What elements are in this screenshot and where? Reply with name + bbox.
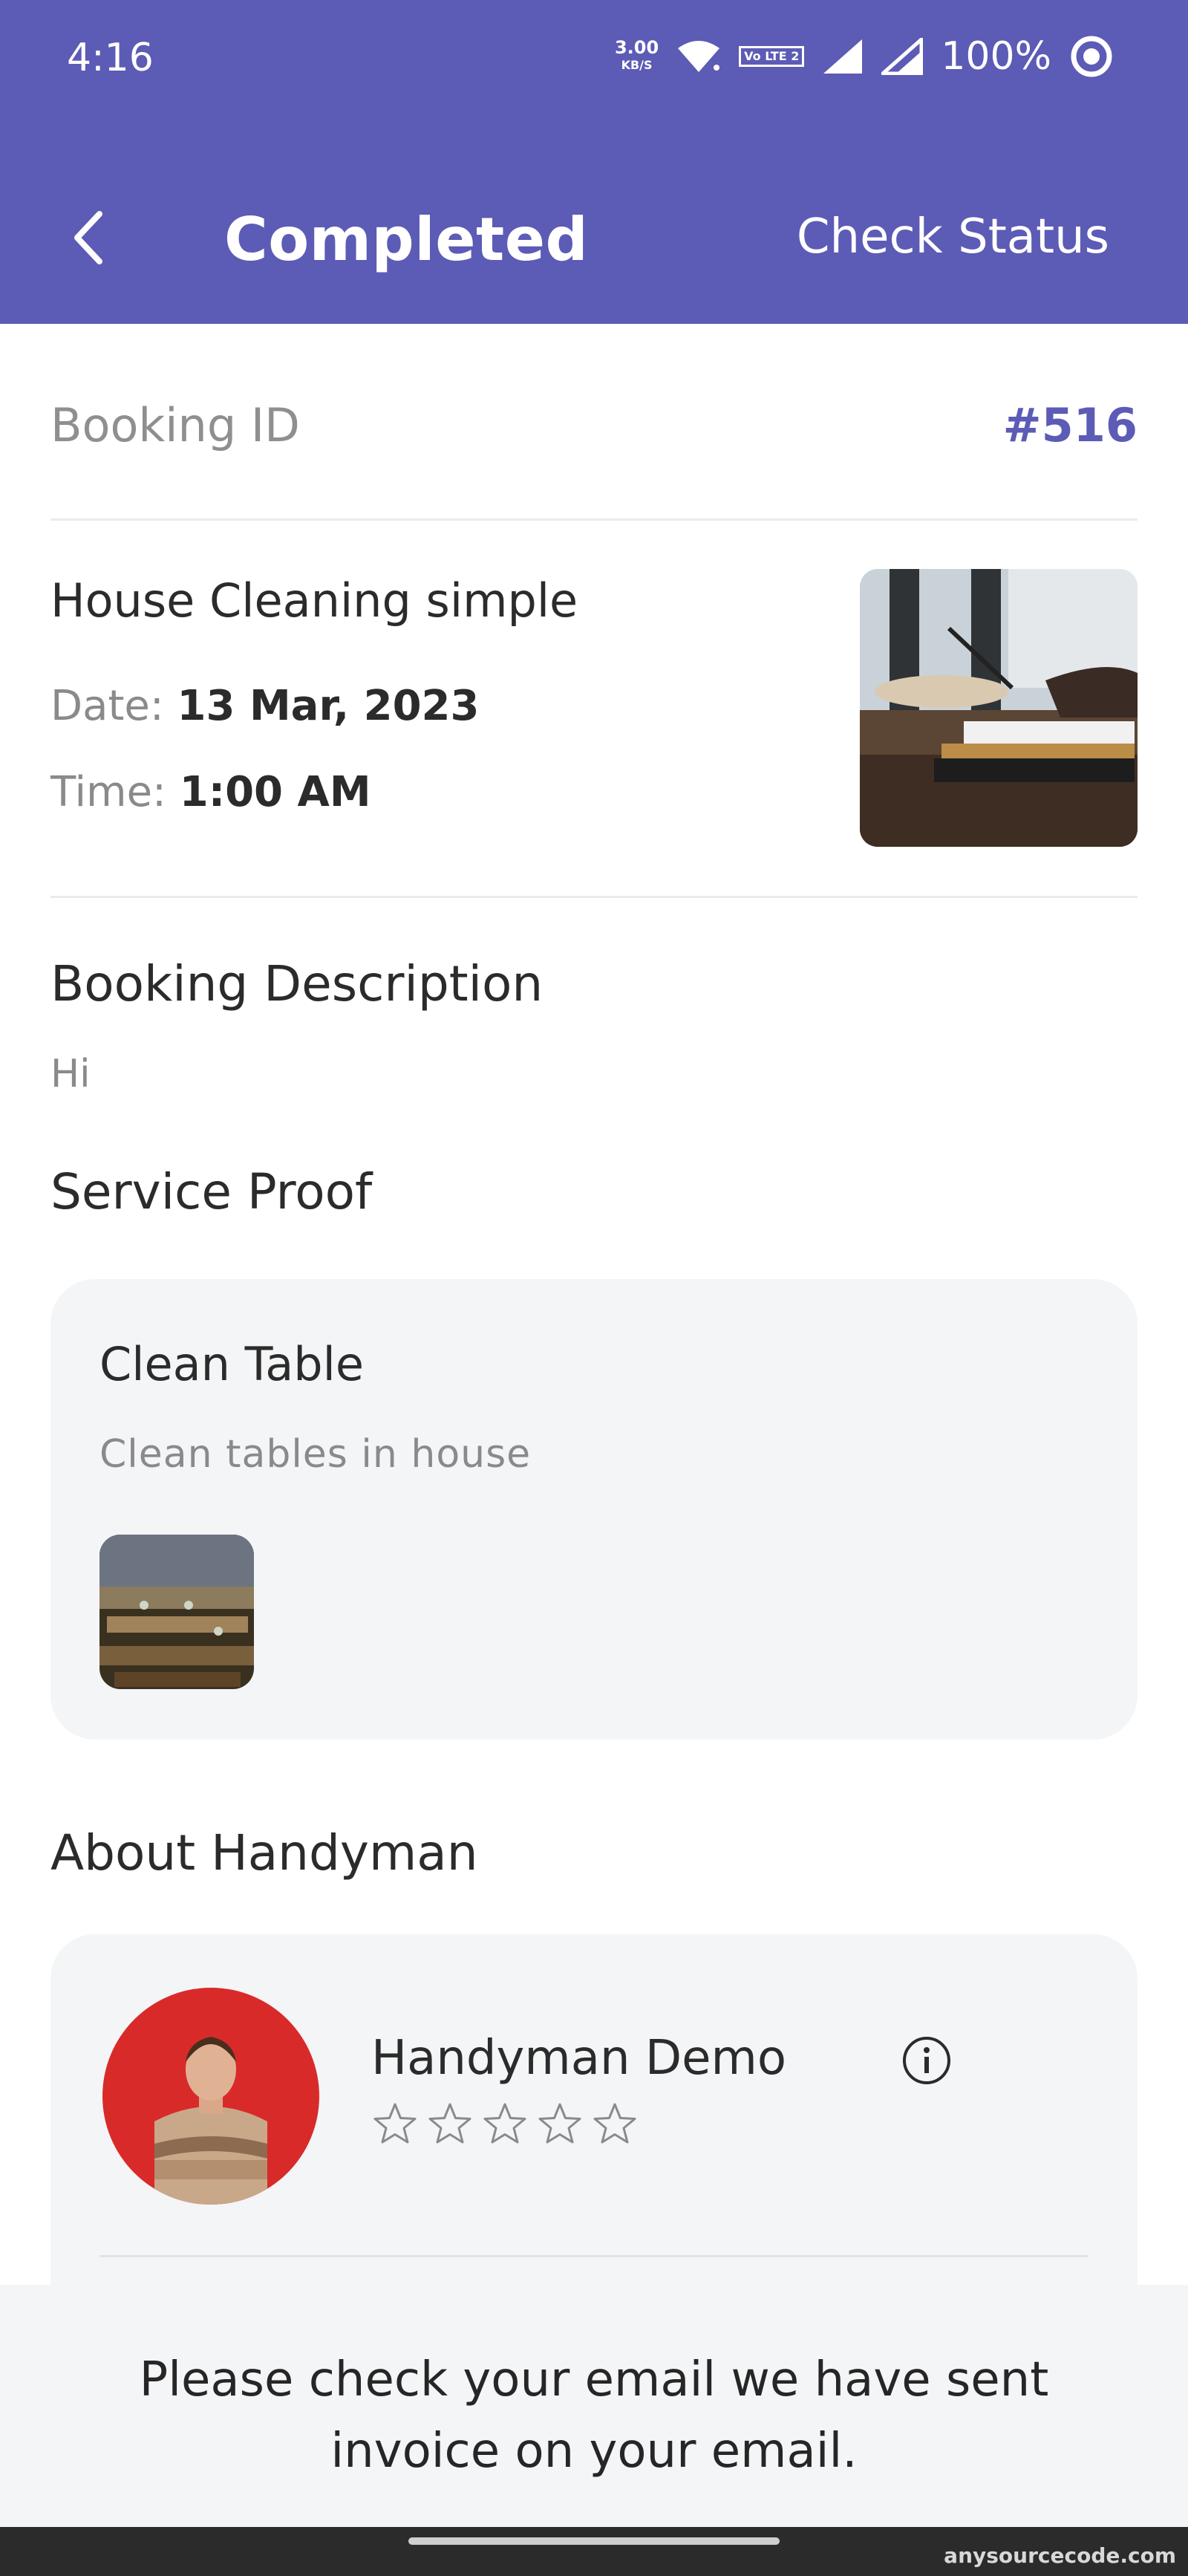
network-speed-unit: KB/S — [621, 58, 653, 72]
star-icon[interactable] — [536, 2101, 584, 2148]
about-handyman-title: About Handyman — [50, 1824, 478, 1881]
home-gesture-handle[interactable] — [408, 2537, 780, 2545]
time-label: Time: — [50, 768, 166, 816]
info-icon[interactable] — [900, 2034, 953, 2087]
date-value: 13 Mar, 2023 — [177, 682, 480, 730]
network-speed: 3.00 KB/S — [615, 39, 659, 74]
booking-id-value: #516 — [1002, 398, 1138, 452]
status-icons: 3.00 KB/S Vo LTE 2 100% — [615, 30, 1114, 83]
service-proof-card: Clean Table Clean tables in house — [50, 1279, 1138, 1740]
divider — [50, 518, 1138, 521]
booking-description-text: Hi — [50, 1052, 91, 1096]
proof-image[interactable] — [99, 1535, 254, 1689]
star-icon[interactable] — [481, 2101, 529, 2148]
booking-date: Date: 13 Mar, 2023 — [50, 682, 480, 730]
app-bar: 4:16 3.00 KB/S Vo LTE 2 100% Completed C… — [0, 0, 1188, 324]
proof-description: Clean tables in house — [99, 1432, 532, 1477]
star-icon[interactable] — [426, 2101, 474, 2148]
star-icon[interactable] — [371, 2101, 419, 2148]
battery-percent: 100% — [941, 34, 1051, 79]
network-speed-value: 3.00 — [614, 37, 659, 58]
time-value: 1:00 AM — [179, 768, 371, 816]
back-button[interactable] — [52, 201, 126, 275]
data-saver-icon — [1071, 36, 1112, 77]
date-label: Date: — [50, 682, 164, 730]
signal-icon-2 — [881, 38, 924, 75]
chevron-left-icon — [74, 211, 102, 264]
rating-stars — [371, 2101, 639, 2148]
star-icon[interactable] — [591, 2101, 639, 2148]
handyman-avatar — [102, 1988, 319, 2205]
service-image[interactable] — [860, 569, 1138, 847]
proof-title: Clean Table — [99, 1337, 364, 1391]
wifi-icon — [678, 41, 720, 72]
page-title: Completed — [224, 205, 589, 274]
status-time: 4:16 — [67, 36, 154, 80]
check-status-button[interactable]: Check Status — [797, 209, 1109, 264]
signal-icon — [823, 39, 863, 74]
booking-id-label: Booking ID — [50, 398, 300, 452]
booking-time: Time: 1:00 AM — [50, 768, 371, 816]
booking-id-row: Booking ID #516 — [50, 398, 1138, 458]
divider — [50, 896, 1138, 898]
system-nav-bar: anysourcecode.com — [0, 2527, 1188, 2576]
invoice-message-sheet: Please check your email we have sent inv… — [0, 2285, 1188, 2527]
handyman-name: Handyman Demo — [371, 2031, 787, 2086]
watermark: anysourcecode.com — [944, 2543, 1176, 2568]
invoice-message: Please check your email we have sent inv… — [139, 2352, 1049, 2479]
booking-description-title: Booking Description — [50, 955, 544, 1012]
divider — [99, 2255, 1089, 2257]
volte-icon: Vo LTE 2 — [739, 46, 805, 67]
service-proof-title: Service Proof — [50, 1163, 373, 1220]
service-name: House Cleaning simple — [50, 573, 578, 628]
